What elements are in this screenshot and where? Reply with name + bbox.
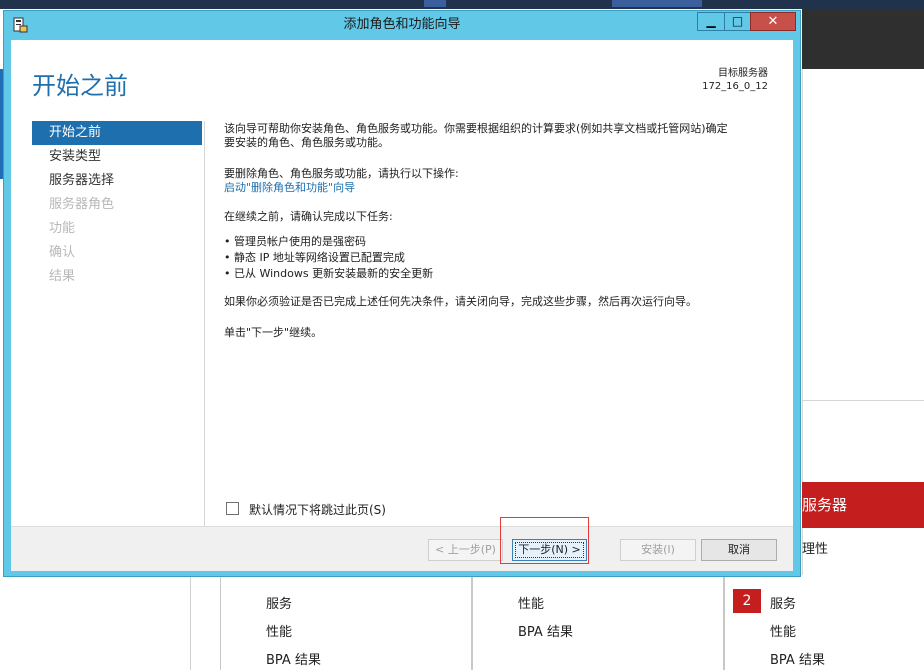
nav-divider: [204, 121, 205, 526]
window-title: 添加角色和功能向导: [343, 17, 461, 32]
taskbar-item: [612, 0, 702, 7]
nav-step-before-you-begin[interactable]: 开始之前: [32, 121, 202, 145]
prereq-list-item: • 已从 Windows 更新安装最新的安全更新: [224, 267, 784, 281]
tile-item-services[interactable]: 服务: [770, 593, 796, 612]
nav-step-server-roles: 服务器角色: [49, 197, 115, 212]
maximize-button[interactable]: □: [724, 12, 751, 31]
alert-count-badge[interactable]: 2: [733, 589, 761, 613]
bullet-icon: •: [224, 267, 231, 280]
remove-roles-wizard-link[interactable]: 启动"删除角色和功能"向导: [224, 181, 784, 195]
skip-page-checkbox[interactable]: [226, 502, 239, 515]
next-button-highlight: [500, 517, 589, 564]
prereq-list-item: • 管理员帐户使用的是强密码: [224, 235, 784, 249]
server-tile-title: 服务器: [802, 496, 848, 514]
nav-step-server-selection[interactable]: 服务器选择: [32, 169, 202, 193]
tile-item-performance[interactable]: 性能: [518, 593, 544, 612]
bullet-icon: •: [224, 235, 231, 248]
nav-step-features: 功能: [49, 221, 76, 236]
wizard-steps-nav: 开始之前 安装类型 服务器选择 服务器角色 功能 确认 结果: [32, 121, 202, 289]
tile-item-bpa[interactable]: BPA 结果: [518, 621, 573, 640]
prereq-text: 已从 Windows 更新安装最新的安全更新: [234, 267, 434, 280]
maximize-icon: □: [731, 14, 744, 28]
prereq-list-item: • 静态 IP 地址等网络设置已配置完成: [224, 251, 784, 265]
nav-step-confirmation: 确认: [49, 245, 76, 260]
minimize-button[interactable]: ▁: [697, 12, 725, 31]
prereq-text: 管理员帐户使用的是强密码: [234, 235, 366, 248]
taskbar-strip: [0, 0, 924, 9]
verify-instructions: 如果你必须验证是否已完成上述任何先决条件，请关闭向导，完成这些步骤，然后再次运行…: [224, 295, 697, 308]
previous-button[interactable]: < 上一步(P): [428, 539, 503, 561]
nav-step-installation-type[interactable]: 安装类型: [32, 145, 202, 169]
destination-server-value: 172_16_0_12: [702, 81, 768, 92]
page-title: 开始之前: [32, 72, 128, 100]
divider: [190, 575, 191, 670]
tile-item-bpa[interactable]: BPA 结果: [266, 649, 321, 668]
nav-step-results: 结果: [49, 269, 76, 284]
tile-item-bpa[interactable]: BPA 结果: [770, 649, 825, 668]
destination-server-label: 目标服务器: [718, 68, 768, 79]
tile-item-services[interactable]: 服务: [266, 593, 292, 612]
close-button[interactable]: ✕: [750, 12, 796, 31]
tile-item-performance[interactable]: 性能: [770, 621, 796, 640]
server-tile-header[interactable]: 服务器: [802, 482, 924, 528]
continue-instructions: 单击"下一步"继续。: [224, 326, 323, 339]
prereq-text: 静态 IP 地址等网络设置已配置完成: [234, 251, 405, 264]
install-button[interactable]: 安装(I): [620, 539, 696, 561]
taskbar-item: [424, 0, 446, 7]
skip-page-label[interactable]: 默认情况下将跳过此页(S): [249, 501, 386, 518]
server-tile-sub[interactable]: 理性: [802, 538, 828, 557]
bullet-icon: •: [224, 251, 231, 264]
tile-column-1: 服务 性能 BPA 结果: [220, 575, 472, 670]
close-icon: ✕: [767, 14, 779, 29]
intro-line-2: 要安装的角色、角色服务或功能。: [224, 136, 389, 149]
minimize-icon: ▁: [706, 14, 716, 28]
tile-column-2: 性能 BPA 结果: [472, 575, 724, 670]
wizard-footer: < 上一步(P) 下一步(N) > 安装(I) 取消: [11, 526, 793, 571]
cancel-button[interactable]: 取消: [701, 539, 777, 561]
title-bar[interactable]: 添加角色和功能向导 ▁ □ ✕: [4, 11, 800, 39]
wizard-client-area: 开始之前 目标服务器 172_16_0_12 开始之前 安装类型 服务器选择 服…: [11, 40, 793, 571]
add-roles-wizard-window: 添加角色和功能向导 ▁ □ ✕ 开始之前 目标服务器 172_16_0_12 开…: [3, 10, 801, 577]
divider: [802, 400, 924, 401]
intro-line-1: 该向导可帮助你安装角色、角色服务或功能。你需要根据组织的计算要求(例如共享文档或…: [224, 122, 728, 135]
server-manager-header: [802, 9, 924, 69]
confirm-heading: 在继续之前，请确认完成以下任务:: [224, 210, 393, 223]
tile-item-performance[interactable]: 性能: [266, 621, 292, 640]
remove-instructions: 要删除角色、角色服务或功能，请执行以下操作:: [224, 167, 459, 180]
